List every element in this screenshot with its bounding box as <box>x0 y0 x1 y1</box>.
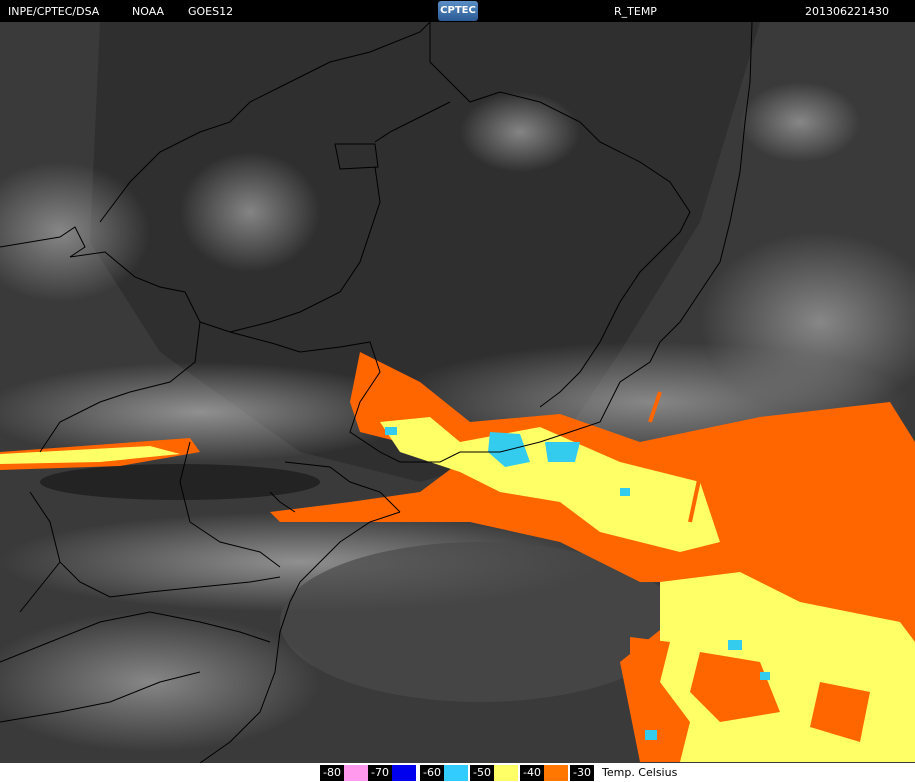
cloud-patch <box>460 92 580 172</box>
cloud-patch <box>180 152 320 272</box>
timestamp-label: 201306221430 <box>805 5 889 18</box>
legend-label: -30 <box>570 765 594 781</box>
agency-label: NOAA <box>132 5 165 18</box>
header-bar: INPE/CPTEC/DSA NOAA GOES12 CPTEC R_TEMP … <box>0 0 915 22</box>
legend-swatch <box>544 765 568 781</box>
cloud-patch <box>740 82 860 162</box>
legend-label: -40 <box>520 765 544 781</box>
legend-swatch <box>344 765 368 781</box>
temperature-legend: -80 -70 -60 -50 -40 -30 Temp. Celsius <box>0 763 915 782</box>
legend-unit: Temp. Celsius <box>602 766 678 779</box>
legend-swatch <box>392 765 416 781</box>
cptec-logo: CPTEC <box>438 1 478 21</box>
source-label: INPE/CPTEC/DSA <box>8 5 100 18</box>
legend-label: -50 <box>470 765 494 781</box>
satellite-image <box>0 21 915 764</box>
legend-swatch <box>444 765 468 781</box>
legend-label: -80 <box>320 765 344 781</box>
legend-label: -70 <box>368 765 392 781</box>
satellite-label: GOES12 <box>188 5 234 18</box>
product-label: R_TEMP <box>614 5 657 18</box>
legend-label: -60 <box>420 765 444 781</box>
legend-swatch <box>494 765 518 781</box>
satellite-map-svg <box>0 21 915 764</box>
